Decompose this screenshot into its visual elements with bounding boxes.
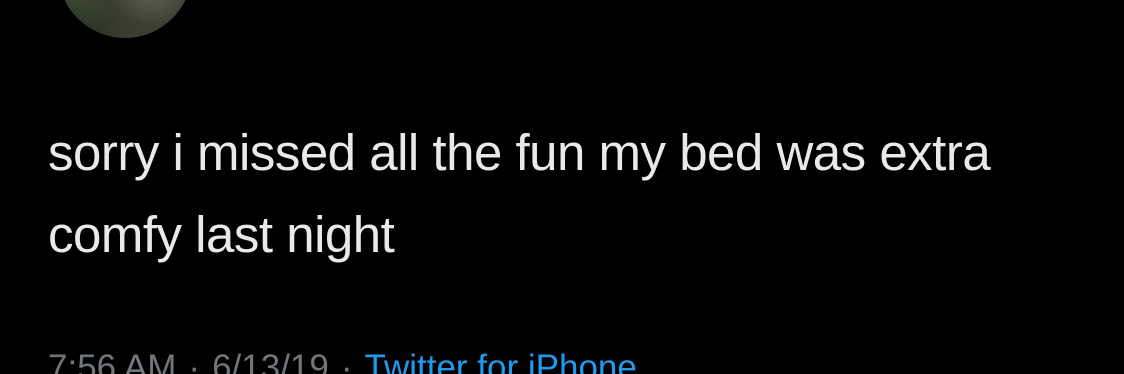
- tweet-meta: 7:56 AM · 6/13/19 · Twitter for iPhone: [48, 348, 637, 374]
- tweet-text: sorry i missed all the fun my bed was ex…: [48, 124, 991, 263]
- avatar[interactable]: [58, 0, 192, 38]
- tweet-source-link[interactable]: Twitter for iPhone: [365, 348, 637, 374]
- author-name-fragment[interactable]: SL: [238, 0, 288, 4]
- tweet-card: SL sorry i missed all the fun my bed was…: [0, 0, 1124, 374]
- meta-separator: ·: [340, 348, 353, 374]
- meta-separator: ·: [188, 348, 201, 374]
- tweet-date: 6/13/19: [212, 348, 329, 374]
- tweet-time: 7:56 AM: [48, 348, 177, 374]
